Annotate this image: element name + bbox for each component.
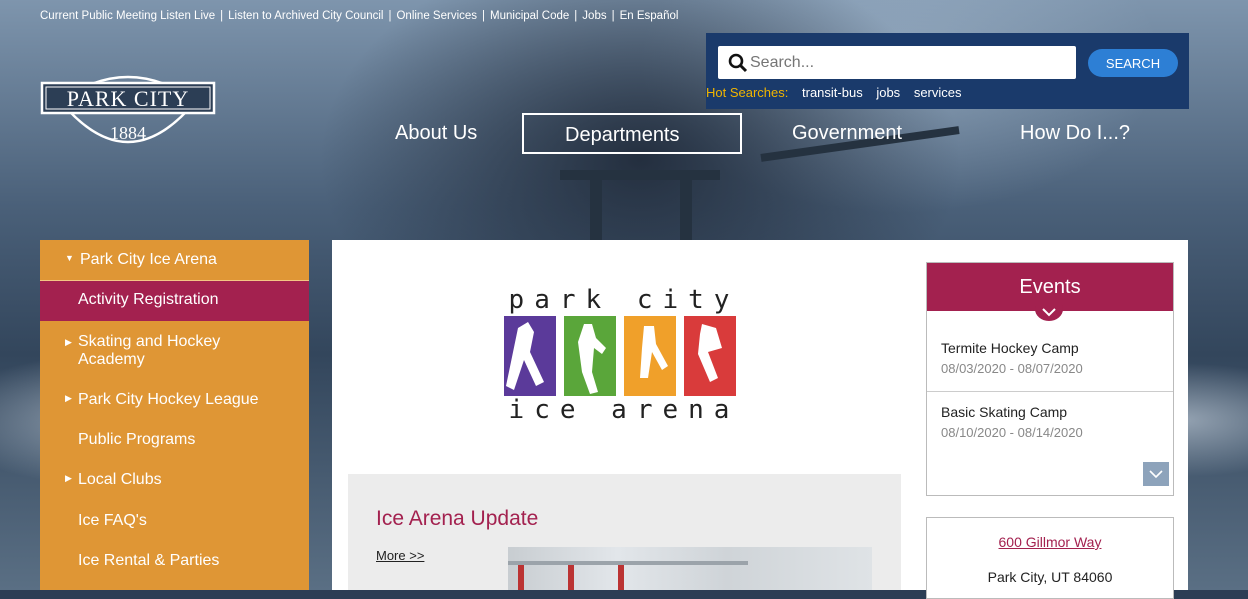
update-more-link[interactable]: More >> xyxy=(376,548,424,563)
utility-link-archived-council[interactable]: Listen to Archived City Council xyxy=(228,10,383,22)
update-title: Ice Arena Update xyxy=(376,507,539,530)
sidebar-item-label: Local Clubs xyxy=(78,471,162,488)
nav-how-do-i[interactable]: How Do I...? xyxy=(1020,122,1130,145)
photo-detail xyxy=(568,565,574,590)
hot-search-transit-bus[interactable]: transit-bus xyxy=(802,85,863,100)
ice-arena-photo xyxy=(508,547,872,590)
nav-government[interactable]: Government xyxy=(792,122,902,145)
search-icon xyxy=(728,53,748,73)
photo-detail xyxy=(618,565,624,590)
nav-departments[interactable]: Departments xyxy=(565,124,680,147)
chevron-down-icon xyxy=(1149,470,1163,479)
event-item[interactable]: Basic Skating Camp 08/10/2020 - 08/14/20… xyxy=(927,392,1173,454)
search-box xyxy=(718,46,1076,79)
chairlift-image-part xyxy=(680,180,692,240)
utility-separator: | xyxy=(482,10,486,22)
utility-link-municipal-code[interactable]: Municipal Code xyxy=(490,10,569,22)
address-street-link[interactable]: 600 Gillmor Way xyxy=(927,534,1173,550)
sidebar-item-label: Ice Rental & Parties xyxy=(78,552,220,569)
hot-searches-label: Hot Searches: xyxy=(706,85,789,100)
hot-searches: Hot Searches: transit-bus jobs services xyxy=(706,85,962,100)
sidebar-item-ice-rental-parties[interactable]: Ice Rental & Parties xyxy=(40,540,309,580)
caret-right-icon: ▶ xyxy=(65,337,72,347)
chairlift-image-part xyxy=(560,170,720,180)
sidebar-item-label: Activity Registration xyxy=(78,291,219,308)
sidebar-item-local-clubs[interactable]: ▶ Local Clubs xyxy=(40,460,309,500)
event-title: Basic Skating Camp xyxy=(941,404,1068,420)
address-widget: 600 Gillmor Way Park City, UT 84060 xyxy=(926,517,1174,599)
sidebar-item-label: Public Programs xyxy=(78,431,196,448)
arena-logo-line1: park city xyxy=(509,285,740,315)
search-button[interactable]: SEARCH xyxy=(1088,49,1178,77)
utility-link-online-services[interactable]: Online Services xyxy=(396,10,477,22)
park-city-logo[interactable]: PARK CITY 1884 xyxy=(40,63,216,149)
caret-right-icon: ▶ xyxy=(65,393,72,403)
sidebar-item-activity-registration[interactable]: Activity Registration xyxy=(40,281,309,321)
utility-separator: | xyxy=(220,10,224,22)
utility-link-en-espanol[interactable]: En Español xyxy=(620,10,679,22)
utility-separator: | xyxy=(388,10,392,22)
event-dates: 08/03/2020 - 08/07/2020 xyxy=(941,361,1083,376)
photo-detail xyxy=(508,561,748,565)
sidebar-item-ice-faqs[interactable]: Ice FAQ's xyxy=(40,500,309,540)
sidebar-item-park-city-ice-arena[interactable]: ▼ Park City Ice Arena xyxy=(40,240,309,280)
ice-arena-update-panel: Ice Arena Update More >> xyxy=(348,474,901,590)
logo-year-text: 1884 xyxy=(110,123,146,143)
utility-link-jobs[interactable]: Jobs xyxy=(582,10,606,22)
event-dates: 08/10/2020 - 08/14/2020 xyxy=(941,425,1083,440)
photo-detail xyxy=(518,565,524,590)
caret-right-icon: ▶ xyxy=(65,473,72,483)
caret-down-icon: ▼ xyxy=(65,253,74,263)
utility-link-listen-live[interactable]: Current Public Meeting Listen Live xyxy=(40,10,215,22)
events-widget: Events Termite Hockey Camp 08/03/2020 - … xyxy=(926,262,1174,496)
sidebar-item-public-programs[interactable]: Public Programs xyxy=(40,420,309,460)
events-more-button[interactable] xyxy=(1143,462,1169,486)
sidebar-item-label: Park City Ice Arena xyxy=(80,251,217,268)
utility-separator: | xyxy=(574,10,578,22)
chevron-down-icon xyxy=(1035,301,1063,321)
event-title: Termite Hockey Camp xyxy=(941,340,1079,356)
skater-figures-graphic xyxy=(504,316,736,396)
ice-arena-logo: park city ice arena xyxy=(494,280,754,425)
sidebar-item-label: Ice FAQ's xyxy=(78,512,147,529)
sidebar-item-label: Skating and Hockey Academy xyxy=(78,333,221,368)
search-panel: SEARCH Hot Searches: transit-bus jobs se… xyxy=(706,33,1189,109)
utility-separator: | xyxy=(611,10,615,22)
nav-about-us[interactable]: About Us xyxy=(395,122,477,145)
arena-logo-line2: ice arena xyxy=(509,395,740,425)
hot-search-jobs[interactable]: jobs xyxy=(876,85,900,100)
sidebar-item-label: Park City Hockey League xyxy=(78,391,259,408)
sidebar-nav: ▼ Park City Ice Arena Activity Registrat… xyxy=(40,240,309,590)
search-input[interactable] xyxy=(750,46,1070,79)
sidebar-item-hockey-league[interactable]: ▶ Park City Hockey League xyxy=(40,380,309,420)
hot-search-services[interactable]: services xyxy=(914,85,962,100)
event-item[interactable]: Termite Hockey Camp 08/03/2020 - 08/07/2… xyxy=(927,327,1173,389)
sidebar-item-skating-hockey-academy[interactable]: ▶ Skating and Hockey Academy xyxy=(40,321,309,377)
address-city: Park City, UT 84060 xyxy=(987,569,1113,585)
main-content: park city ice arena Ice Arena Update Mor… xyxy=(332,240,1188,599)
utility-links-bar: Current Public Meeting Listen Live | Liste… xyxy=(40,10,678,22)
chairlift-image-part xyxy=(590,180,602,240)
logo-name-text: PARK CITY xyxy=(67,86,190,111)
